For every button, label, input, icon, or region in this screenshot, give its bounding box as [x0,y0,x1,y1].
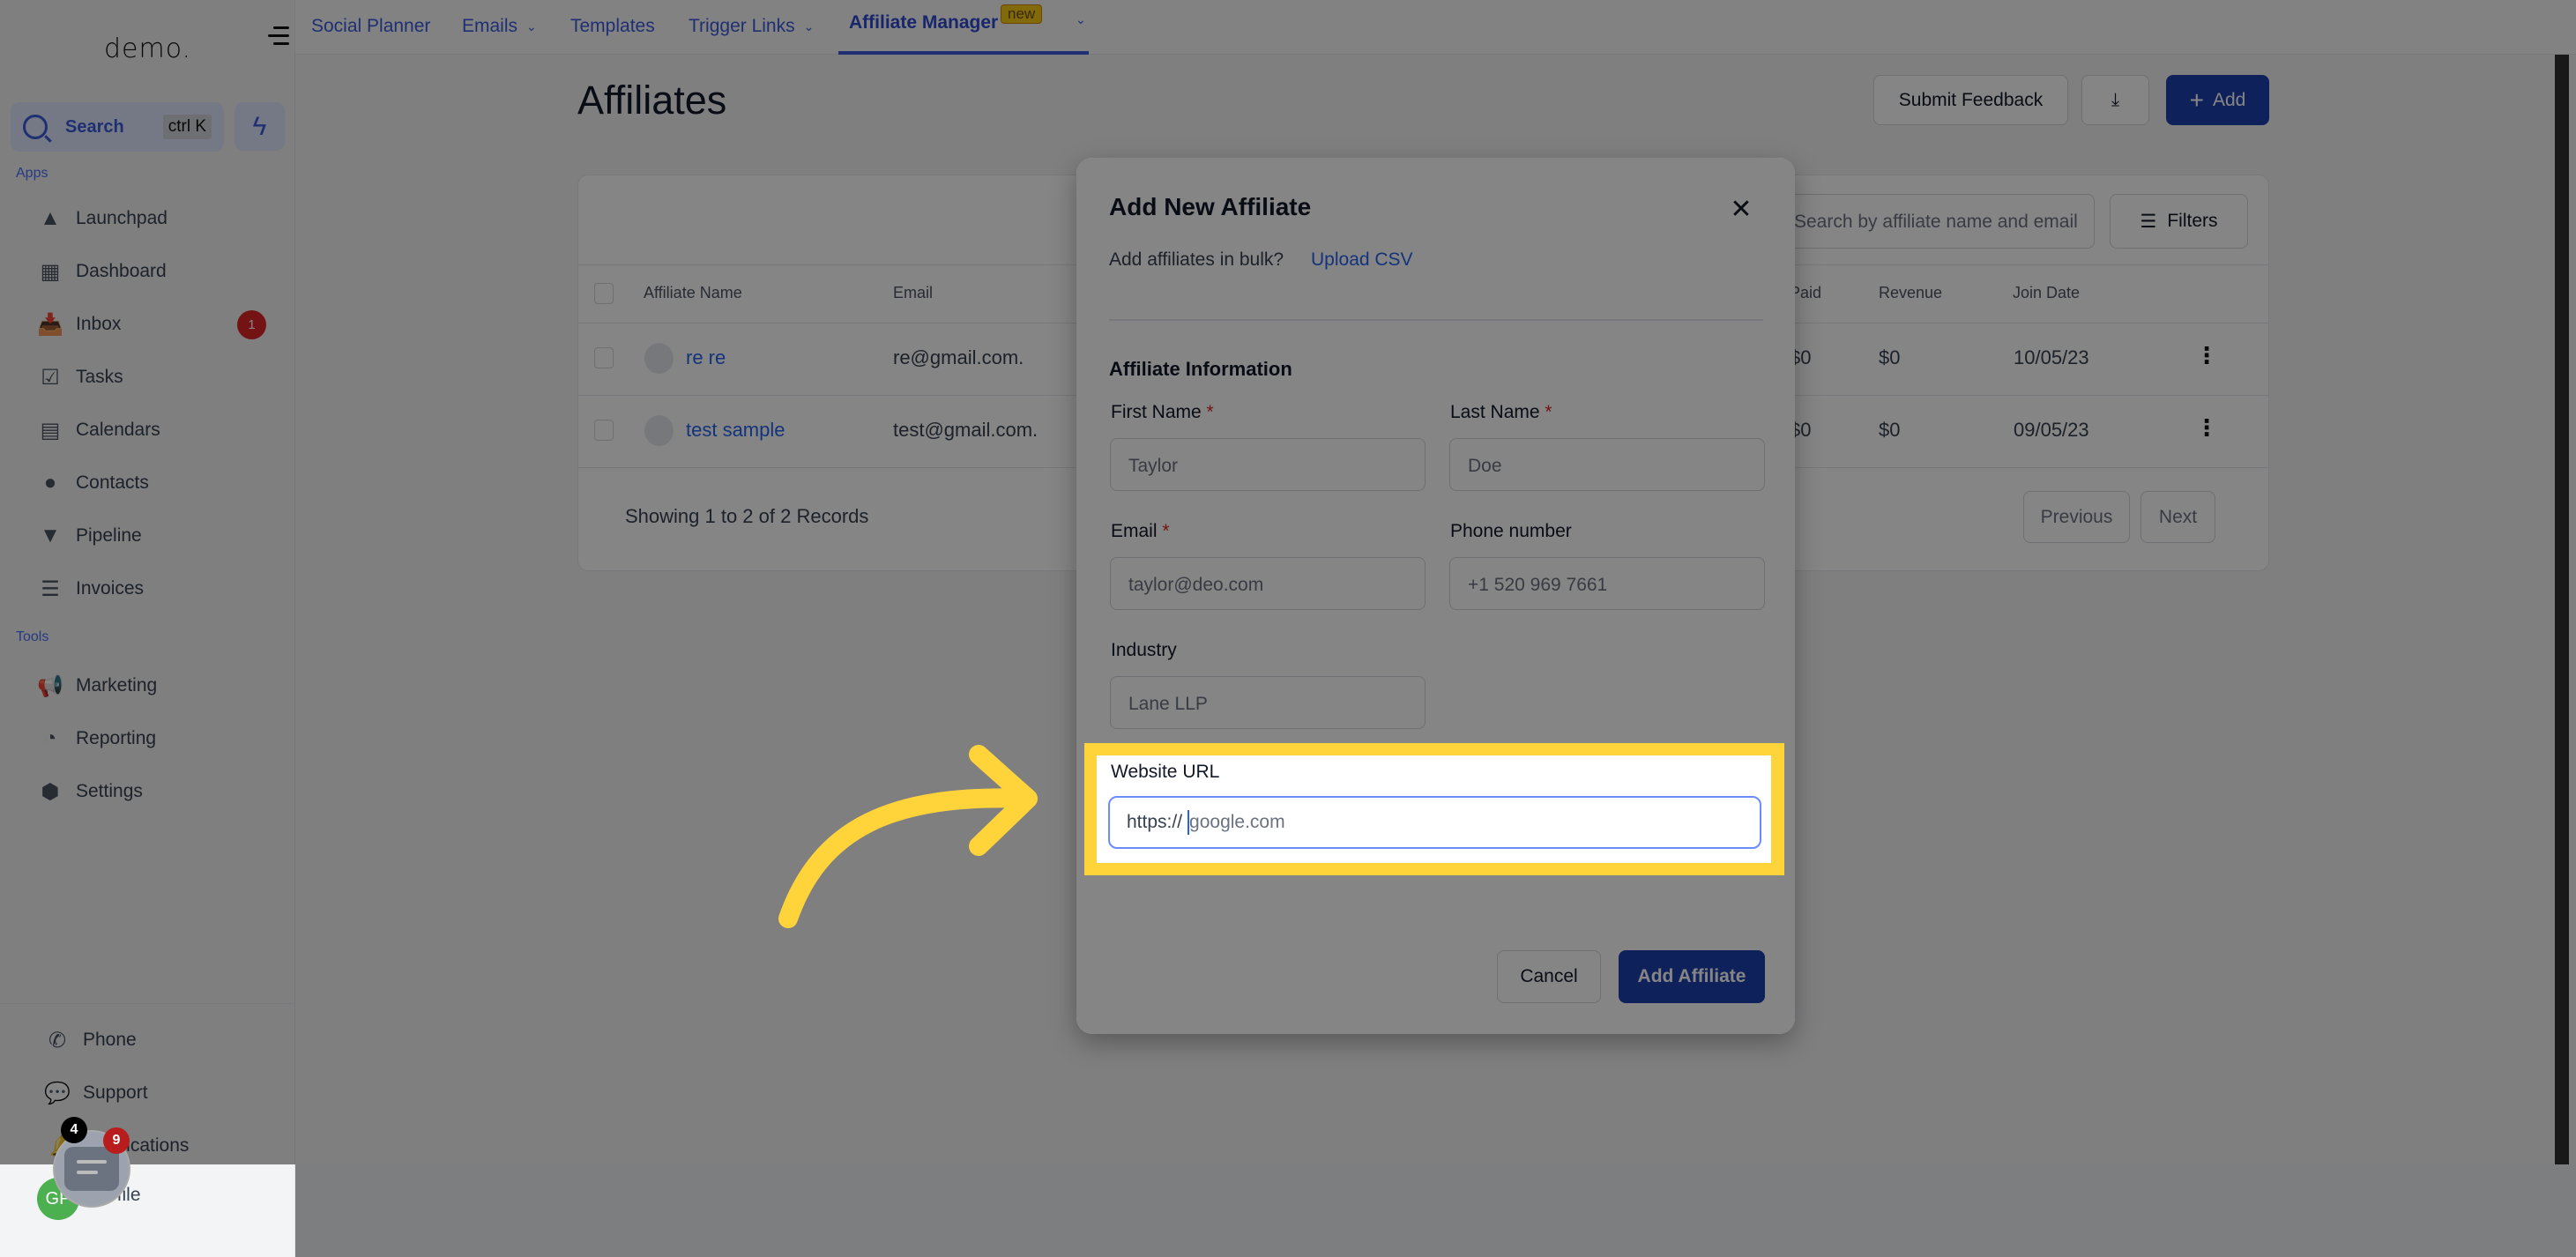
spotlight-dim [1076,158,1795,1034]
chat-icon [64,1147,119,1191]
chat-widget-badge: 9 [103,1127,130,1154]
notifications-badge: 4 [61,1117,87,1143]
website-url-label: Website URL [1111,762,1220,782]
url-prefix: https:// [1127,812,1183,832]
bottom-strip [295,1164,2576,1257]
annotation-arrow-icon [778,745,1038,928]
url-placeholder: google.com [1189,812,1285,832]
website-url-input[interactable]: https:// google.com [1108,796,1761,849]
